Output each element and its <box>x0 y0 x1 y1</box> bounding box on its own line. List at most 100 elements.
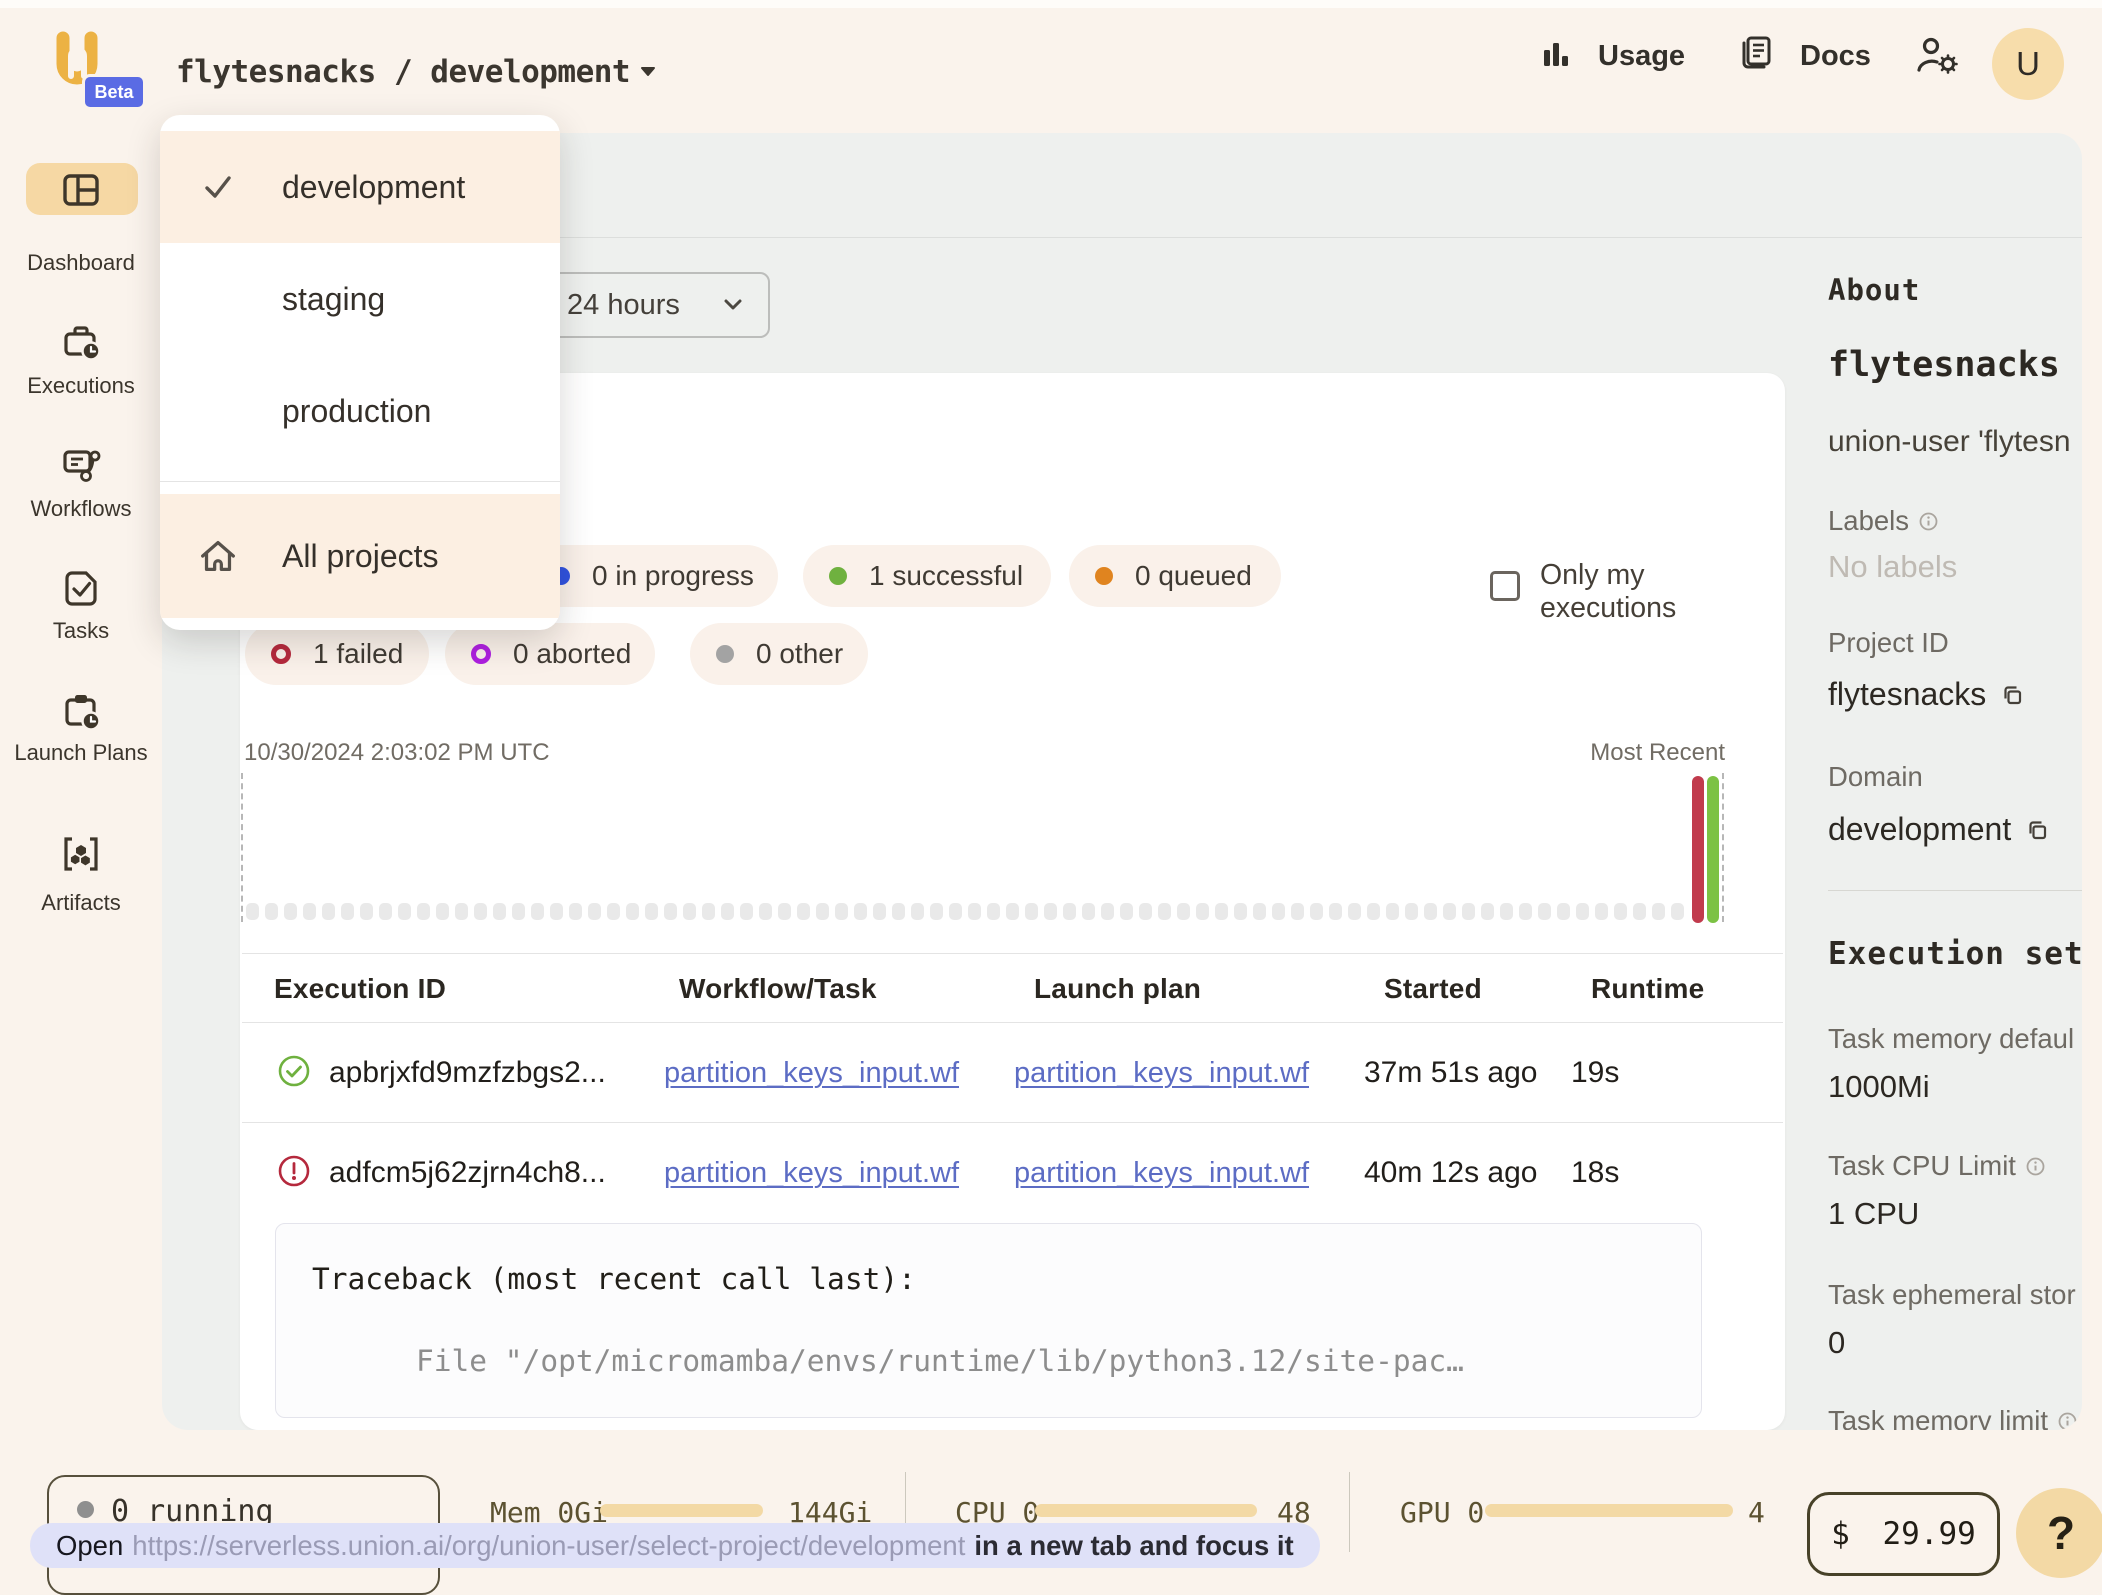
docs-icon <box>1736 34 1776 74</box>
setting-value-task-cpu-limit: 1 CPU <box>1828 1196 1919 1232</box>
time-range-value: 24 hours <box>567 289 680 322</box>
menu-item-label: staging <box>282 281 385 318</box>
cost-button[interactable]: $ 29.99 <box>1807 1492 2000 1576</box>
menu-item-label: development <box>282 169 465 206</box>
sidebar-label-workflows[interactable]: Workflows <box>0 495 162 522</box>
col-header-launch-plan: Launch plan <box>1034 973 1201 1005</box>
launch-plans-icon <box>59 690 103 734</box>
aborted-ring-icon <box>471 644 491 664</box>
docs-button[interactable] <box>1736 34 1776 74</box>
home-icon <box>196 534 240 578</box>
workflow-link[interactable]: partition_keys_input.wf <box>664 1157 959 1190</box>
filter-chip-failed[interactable]: 1 failed <box>245 623 429 685</box>
breadcrumb-chevron-down-icon[interactable] <box>640 66 656 77</box>
only-my-executions-label: Only my executions <box>1540 559 1715 625</box>
dashboard-icon <box>59 168 103 212</box>
filter-chip-queued[interactable]: 0 queued <box>1069 545 1281 607</box>
gpu-label: GPU 0 <box>1400 1496 1484 1529</box>
artifacts-icon <box>59 832 103 876</box>
filter-chip-successful[interactable]: 1 successful <box>803 545 1051 607</box>
sidebar-item-executions[interactable] <box>59 320 103 364</box>
filter-chip-other[interactable]: 0 other <box>690 623 868 685</box>
table-top-divider <box>242 953 1783 954</box>
link-status-bubble: Open https://serverless.union.ai/org/uni… <box>30 1523 1320 1568</box>
sidebar-item-dashboard[interactable] <box>59 168 103 212</box>
sidebar-item-tasks[interactable] <box>59 566 103 610</box>
chevron-down-icon <box>724 299 742 311</box>
setting-value-task-ephemeral-storage: 0 <box>1828 1325 1845 1361</box>
labels-label: Labels <box>1828 505 1938 537</box>
sidebar-label-artifacts[interactable]: Artifacts <box>0 889 162 916</box>
filter-chip-aborted[interactable]: 0 aborted <box>445 623 655 685</box>
launch-plan-link[interactable]: partition_keys_input.wf <box>1014 1157 1309 1190</box>
about-title: About <box>1828 273 1920 307</box>
menu-item-icon-spacer <box>196 389 240 433</box>
menu-item-label: All projects <box>282 538 439 575</box>
menu-item-all-projects[interactable]: All projects <box>160 494 560 618</box>
traceback-line-1: Traceback (most recent call last): <box>312 1262 916 1296</box>
sidebar-item-artifacts[interactable] <box>59 832 103 876</box>
workflow-link[interactable]: partition_keys_input.wf <box>664 1057 959 1090</box>
sidebar-label-launch-plans[interactable]: Launch Plans <box>0 739 162 766</box>
only-my-executions-checkbox[interactable] <box>1490 571 1520 601</box>
domain-label: Domain <box>1828 761 1923 793</box>
copy-icon[interactable] <box>2025 818 2049 842</box>
status-bubble-url: https://serverless.union.ai/org/union-us… <box>132 1530 965 1562</box>
execution-id[interactable]: apbrjxfd9mzfzbgs2... <box>329 1056 606 1090</box>
launch-plan-link[interactable]: partition_keys_input.wf <box>1014 1057 1309 1090</box>
status-bubble-suffix: in a new tab and focus it <box>974 1530 1293 1562</box>
timeline-bar-succeeded[interactable] <box>1707 776 1719 923</box>
breadcrumb[interactable]: flytesnacks / development <box>176 54 630 90</box>
about-divider <box>1828 890 2082 891</box>
timeline-bar-failed[interactable] <box>1692 776 1704 923</box>
user-admin-button[interactable] <box>1914 34 1962 78</box>
menu-item-staging[interactable]: staging <box>160 243 560 355</box>
chip-label: 0 queued <box>1135 560 1252 592</box>
menu-item-development[interactable]: development <box>160 131 560 243</box>
sidebar-item-workflows[interactable] <box>59 443 103 487</box>
copy-icon[interactable] <box>2000 683 2024 707</box>
domain-select-menu: development staging production All proje… <box>160 115 560 630</box>
col-header-started: Started <box>1384 973 1482 1005</box>
mem-progress-bar <box>600 1504 763 1517</box>
execution-settings-title: Execution sett <box>1828 936 2082 972</box>
sidebar-item-launch-plans[interactable] <box>59 690 103 734</box>
sidebar-label-executions[interactable]: Executions <box>0 372 162 399</box>
setting-label-task-ephemeral-storage: Task ephemeral stor <box>1828 1279 2076 1311</box>
docs-label[interactable]: Docs <box>1800 40 1871 73</box>
execution-id[interactable]: adfcm5j62zjrn4ch8... <box>329 1156 606 1190</box>
domain-value: development <box>1828 811 2049 848</box>
traceback-box[interactable]: Traceback (most recent call last): File … <box>275 1223 1702 1418</box>
sidebar-label-dashboard[interactable]: Dashboard <box>0 249 162 276</box>
queued-dot-icon <box>1095 567 1113 585</box>
status-success-icon <box>277 1054 311 1088</box>
usage-label[interactable]: Usage <box>1598 40 1685 73</box>
chip-label: 1 failed <box>313 638 403 670</box>
gpu-progress-bar <box>1485 1504 1733 1517</box>
avatar[interactable]: U <box>1992 28 2064 100</box>
help-button[interactable]: ? <box>2016 1488 2102 1578</box>
bar-chart-icon <box>1540 38 1574 72</box>
failed-ring-icon <box>271 644 291 664</box>
other-dot-icon <box>716 645 734 663</box>
labels-value: No labels <box>1828 549 1957 585</box>
about-description: union-user 'flytesn <box>1828 425 2071 459</box>
sidebar-label-tasks[interactable]: Tasks <box>0 617 162 644</box>
setting-label-task-cpu-limit: Task CPU Limit <box>1828 1150 2045 1182</box>
timeline-right-boundary <box>1722 773 1724 922</box>
status-failed-icon <box>277 1154 311 1188</box>
menu-item-production[interactable]: production <box>160 355 560 467</box>
menu-item-label: production <box>282 393 431 430</box>
info-icon[interactable] <box>2058 1412 2077 1431</box>
labels-text: Labels <box>1828 505 1909 537</box>
window-top-strip <box>0 0 2102 8</box>
traceback-line-2: File "/opt/micromamba/envs/runtime/lib/p… <box>416 1344 1464 1378</box>
info-icon[interactable] <box>1919 512 1938 531</box>
setting-label-task-memory-default: Task memory defaul <box>1828 1023 2074 1055</box>
workflows-icon <box>59 443 103 487</box>
menu-divider <box>160 481 560 482</box>
table-row-divider <box>242 1122 1783 1123</box>
started-value: 40m 12s ago <box>1364 1156 1537 1190</box>
usage-button[interactable] <box>1540 38 1574 72</box>
info-icon[interactable] <box>2026 1157 2045 1176</box>
